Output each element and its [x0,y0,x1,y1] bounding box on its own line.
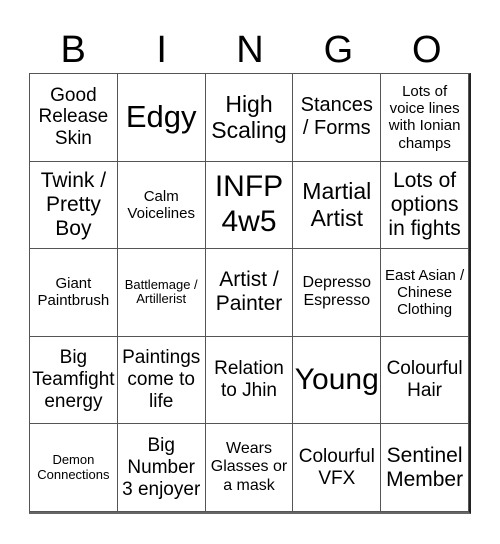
header-letter-n: N [236,29,264,71]
bingo-cell[interactable]: Sentinel Member [381,424,469,512]
bingo-cell[interactable]: Depresso Espresso [293,249,382,337]
bingo-cell[interactable]: Martial Artist [293,161,382,250]
bingo-cell[interactable]: Good Release Skin [30,74,118,162]
header-letter-i: I [156,29,167,71]
bingo-cell[interactable]: Lots of options in fights [381,161,469,250]
bingo-cell[interactable]: East Asian / Chinese Clothing [381,249,469,337]
header-letter-b: B [60,29,86,71]
bingo-cell[interactable]: Colourful VFX [293,424,382,512]
bingo-header: B I N G O [29,28,471,73]
bingo-cell[interactable]: Stances / Forms [293,74,382,162]
bingo-cell[interactable]: Paintings come to life [117,336,206,425]
bingo-cell[interactable]: Young [293,336,382,425]
bingo-grid: Good Release Skin Edgy High Scaling Stan… [29,73,471,514]
bingo-cell[interactable]: Calm Voicelines [117,161,206,250]
bingo-cell[interactable]: Lots of voice lines with Ionian champs [381,74,469,162]
bingo-cell[interactable]: Artist / Painter [205,249,294,337]
bingo-cell[interactable]: Demon Connections [30,424,118,512]
header-letter-o: O [412,29,442,71]
bingo-cell[interactable]: INFP 4w5 [205,161,294,250]
bingo-cell[interactable]: Relation to Jhin [205,336,294,425]
bingo-cell[interactable]: Giant Paintbrush [30,249,118,337]
bingo-cell[interactable]: Big Number 3 enjoyer [117,424,206,512]
bingo-cell[interactable]: Wears Glasses or a mask [205,424,294,512]
bingo-cell[interactable]: High Scaling [205,74,294,162]
header-letter-g: G [323,29,354,71]
bingo-cell[interactable]: Big Teamfight energy [30,336,118,425]
bingo-cell[interactable]: Edgy [117,74,206,162]
bingo-cell[interactable]: Twink / Pretty Boy [30,161,118,250]
bingo-cell[interactable]: Battlemage / Artillerist [117,249,206,337]
bingo-cell[interactable]: Colourful Hair [381,336,469,425]
